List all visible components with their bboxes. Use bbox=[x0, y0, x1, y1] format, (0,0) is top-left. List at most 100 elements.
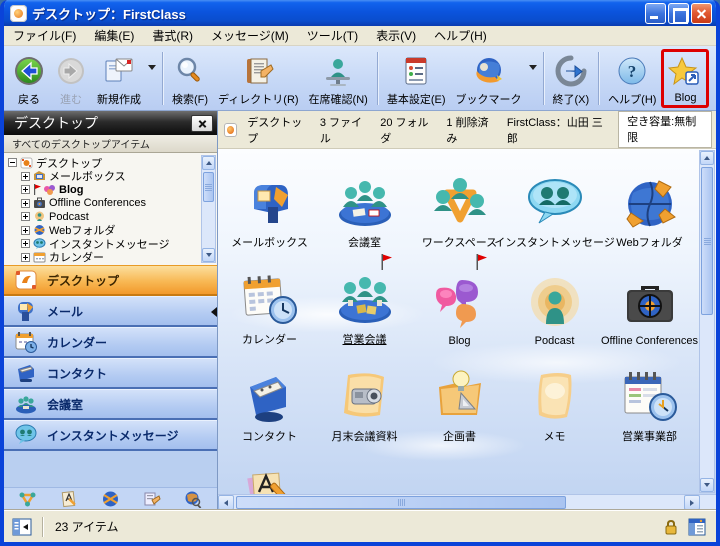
help-button[interactable]: ? ヘルプ(H) bbox=[603, 49, 661, 108]
sidebar-item-conferences[interactable]: 会議室 bbox=[4, 389, 217, 420]
calendar-nav-icon bbox=[14, 330, 38, 354]
tree-item-blog[interactable]: Blog bbox=[8, 183, 199, 197]
desktop-item-sales-meeting[interactable]: 営業会議 bbox=[317, 258, 412, 355]
scroll-down-icon[interactable] bbox=[202, 248, 215, 262]
main-horizontal-scrollbar[interactable] bbox=[218, 494, 716, 510]
menu-view[interactable]: 表示(V) bbox=[367, 25, 425, 46]
desktop-item-proposal[interactable]: 企画書 bbox=[412, 355, 507, 452]
window-title: デスクトップ：FirstClass bbox=[32, 4, 643, 23]
desktop-item-mailbox[interactable]: メールボックス bbox=[222, 161, 317, 258]
preferences-icon bbox=[401, 53, 431, 89]
main-hscroll-thumb[interactable] bbox=[236, 496, 566, 509]
desktop-item-blog[interactable]: Blog bbox=[412, 258, 507, 355]
search-button[interactable]: 検索(F) bbox=[167, 49, 213, 108]
tree-item-calendar[interactable]: カレンダー bbox=[8, 251, 199, 265]
desktop-item-sales-division[interactable]: 営業事業部 bbox=[602, 355, 697, 452]
preferences-button[interactable]: 基本設定(E) bbox=[382, 49, 451, 108]
expand-expander-icon[interactable] bbox=[21, 185, 30, 194]
header-files-count: 3 ファイル bbox=[320, 114, 370, 146]
sidebar-item-desktop[interactable]: デスクトップ bbox=[4, 265, 217, 296]
layout-panel-icon[interactable] bbox=[688, 518, 706, 536]
maximize-button[interactable] bbox=[668, 3, 689, 24]
tree-item-mailbox[interactable]: メールボックス bbox=[8, 170, 199, 184]
desktop-item-memo[interactable]: メモ bbox=[507, 355, 602, 452]
menu-format[interactable]: 書式(R) bbox=[143, 25, 202, 46]
sidebar-item-calendar[interactable]: カレンダー bbox=[4, 327, 217, 358]
menu-message[interactable]: メッセージ(M) bbox=[202, 25, 298, 46]
scroll-up-icon[interactable] bbox=[700, 151, 714, 165]
sidebar-item-contacts[interactable]: コンタクト bbox=[4, 358, 217, 389]
tree-scroll-thumb[interactable] bbox=[203, 172, 214, 202]
panel-subtitle: すべてのデスクトップアイテム bbox=[4, 135, 217, 153]
desktop-item-contacts[interactable]: コンタクト bbox=[222, 355, 317, 452]
desktop-item-label: コンタクト bbox=[242, 428, 297, 444]
panel-close-button[interactable] bbox=[191, 115, 213, 132]
scrollbar-corner bbox=[700, 495, 716, 510]
sidebar-collapse-arrow[interactable] bbox=[211, 307, 217, 317]
close-button[interactable] bbox=[691, 3, 712, 24]
scroll-up-icon[interactable] bbox=[202, 156, 215, 170]
menu-help[interactable]: ヘルプ(H) bbox=[425, 25, 496, 46]
menu-file[interactable]: ファイル(F) bbox=[4, 25, 85, 46]
contacts-icon bbox=[242, 369, 298, 425]
workspace-mini-icon[interactable] bbox=[18, 490, 37, 508]
desktop-item-webfolder[interactable]: Webフォルダ bbox=[602, 161, 697, 258]
expand-expander-icon[interactable] bbox=[21, 212, 30, 221]
expand-expander-icon[interactable] bbox=[21, 253, 30, 262]
sidebar-item-mail[interactable]: メール bbox=[4, 296, 217, 327]
main-vertical-scrollbar[interactable] bbox=[699, 150, 715, 493]
desktop-item-label: カレンダー bbox=[242, 331, 297, 347]
expand-expander-icon[interactable] bbox=[21, 172, 30, 181]
im-mini-icon bbox=[33, 238, 46, 250]
tree-item-offline-conferences[interactable]: Offline Conferences bbox=[8, 197, 199, 211]
desktop-item-podcast[interactable]: Podcast bbox=[507, 258, 602, 355]
desktop-item-documents[interactable]: ドキュメント bbox=[222, 452, 317, 494]
exit-button[interactable]: 終了(X) bbox=[548, 49, 595, 108]
directory-book-icon bbox=[241, 53, 275, 89]
sidebar-nav: デスクトップ メール カレンダー コンタクト 会議室 bbox=[4, 265, 217, 451]
toolbar-separator bbox=[162, 52, 163, 105]
bookmark-button[interactable]: ブックマーク bbox=[451, 49, 527, 108]
desktop-item-calendar[interactable]: カレンダー bbox=[222, 258, 317, 355]
sales-division-calendar-icon bbox=[621, 369, 679, 425]
document-mini-icon[interactable] bbox=[60, 490, 78, 508]
sidebar-item-instant-message[interactable]: インスタントメッセージ bbox=[4, 420, 217, 451]
news-mini-icon[interactable] bbox=[143, 490, 161, 508]
help-label: ヘルプ(H) bbox=[608, 91, 656, 107]
blog-button-highlighted[interactable]: Blog bbox=[661, 49, 709, 108]
presence-button[interactable]: 在席確認(N) bbox=[304, 49, 373, 108]
websearch-mini-icon[interactable] bbox=[184, 490, 203, 508]
webfolder-mini-icon[interactable] bbox=[101, 490, 120, 508]
desktop-item-conference-room[interactable]: 会議室 bbox=[317, 161, 412, 258]
main-vscroll-thumb[interactable] bbox=[701, 167, 713, 315]
menu-tools[interactable]: ツール(T) bbox=[298, 25, 367, 46]
desktop-item-offline-conferences[interactable]: Offline Conferences bbox=[602, 258, 697, 355]
scroll-down-icon[interactable] bbox=[700, 478, 714, 492]
split-view-icon[interactable] bbox=[12, 518, 32, 536]
expand-expander-icon[interactable] bbox=[21, 199, 30, 208]
back-label: 戻る bbox=[18, 91, 40, 107]
unread-flag-icon bbox=[33, 184, 41, 195]
bookmark-dropdown-arrow[interactable] bbox=[529, 65, 537, 70]
idea-folder-icon bbox=[431, 369, 489, 425]
scroll-left-icon[interactable] bbox=[218, 495, 234, 510]
forward-button[interactable]: 進む bbox=[50, 49, 92, 108]
main-panel: デスクトップ 3 ファイル 20 フォルダ 1 削除済み FirstClass：… bbox=[218, 111, 716, 510]
header-folders-count: 20 フォルダ bbox=[380, 114, 436, 146]
desktop-item-meeting-materials[interactable]: 月末会議資料 bbox=[317, 355, 412, 452]
desktop-item-workspace[interactable]: ワークスペース bbox=[412, 161, 507, 258]
scroll-right-icon[interactable] bbox=[684, 495, 700, 510]
expand-expander-icon[interactable] bbox=[21, 226, 30, 235]
menu-edit[interactable]: 編集(E) bbox=[85, 25, 143, 46]
directory-button[interactable]: ディレクトリ(R) bbox=[213, 49, 304, 108]
back-button[interactable]: 戻る bbox=[8, 49, 50, 108]
expand-expander-icon[interactable] bbox=[21, 239, 30, 248]
new-dropdown-arrow[interactable] bbox=[148, 65, 156, 70]
tree-scrollbar[interactable] bbox=[201, 155, 216, 263]
desktop-item-instant-message[interactable]: インスタントメッセージ bbox=[507, 161, 602, 258]
new-button[interactable]: 新規作成 bbox=[92, 49, 146, 108]
exit-icon bbox=[555, 53, 587, 89]
minimize-button[interactable] bbox=[645, 3, 666, 24]
blog-icon bbox=[432, 276, 488, 332]
collapse-expander-icon[interactable] bbox=[8, 158, 17, 167]
